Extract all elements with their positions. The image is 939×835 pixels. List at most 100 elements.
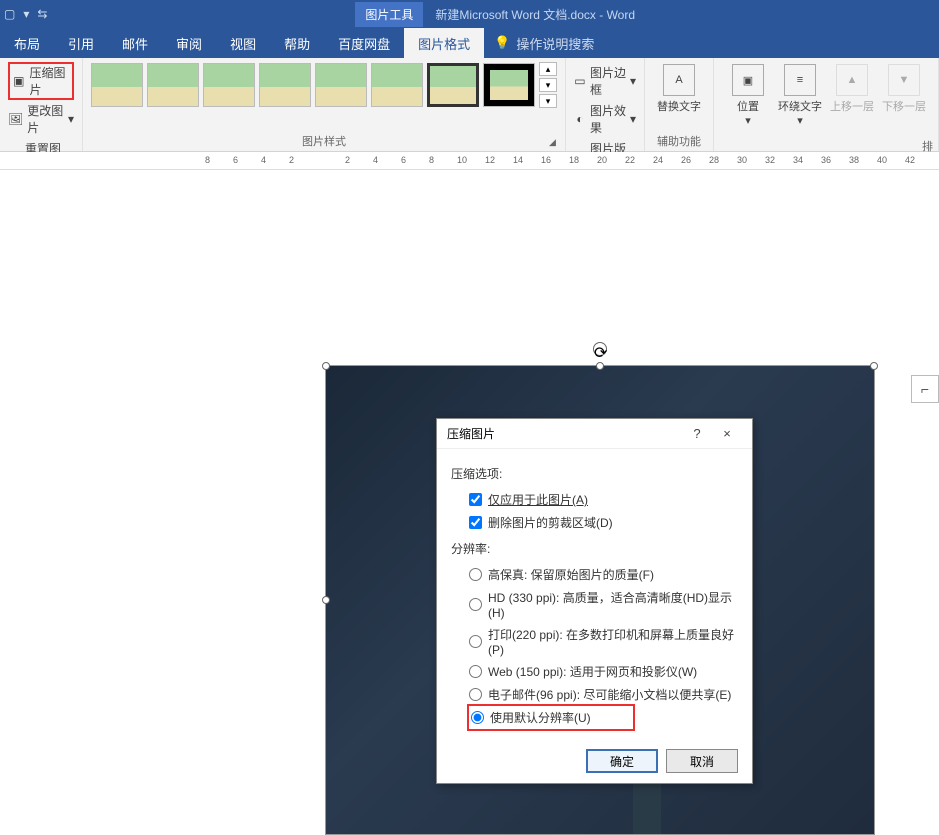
tab-review[interactable]: 审阅 [162,28,216,58]
tab-baidu[interactable]: 百度网盘 [324,28,404,58]
resize-handle-t[interactable] [596,362,604,370]
wrap-text-button[interactable]: ≡ 环绕文字 ▾ [774,62,826,129]
position-button[interactable]: ▣ 位置 ▾ [722,62,774,129]
ruler-mark: 8 [429,155,434,165]
ruler-mark: 32 [765,155,775,165]
document-title: 新建Microsoft Word 文档.docx - Word [435,6,635,23]
radio-hifi[interactable] [469,568,482,581]
lightbulb-icon: 💡 [494,35,510,51]
arrange-group: ▣ 位置 ▾ ≡ 环绕文字 ▾ ▲ 上移一层 ▼ 下移一层 [714,58,939,151]
resolution-option-email[interactable]: 电子邮件(96 ppi): 尽可能缩小文档以便共享(E) [451,683,738,706]
delete-cropped-checkbox[interactable]: 删除图片的剪裁区域(D) [451,511,738,534]
radio-default[interactable] [471,711,484,724]
style-thumb-3[interactable] [203,63,255,107]
style-thumb-4[interactable] [259,63,311,107]
tab-layout[interactable]: 布局 [0,28,54,58]
compression-options-label: 压缩选项: [451,465,738,482]
ruler-mark: 4 [261,155,266,165]
ok-button[interactable]: 确定 [586,749,658,773]
resolution-option-web[interactable]: Web (150 ppi): 适用于网页和投影仪(W) [451,660,738,683]
picture-effects-button[interactable]: ◐ 图片效果 ▾ [574,100,636,138]
adjust-group: ▣ 压缩图片 🖼 更改图片 ▾ ⟲ 重置图片 ▾ [0,58,83,151]
title-bar: ▢ ▾ ⇆ 图片工具 新建Microsoft Word 文档.docx - Wo… [0,0,939,28]
radio-web[interactable] [469,665,482,678]
gallery-more-icon[interactable]: ▾ [539,94,557,108]
style-thumb-8[interactable] [483,63,535,107]
gallery-down-icon[interactable]: ▾ [539,78,557,92]
styles-group-label: 图片样式 [91,131,557,149]
change-picture-icon: 🖼 [8,111,23,127]
dialog-titlebar[interactable]: 压缩图片 ? × [437,419,752,449]
dropdown-icon: ▾ [630,74,636,88]
radio-hd[interactable] [469,598,482,611]
tell-me[interactable]: 💡 操作说明搜索 [484,34,604,53]
send-backward-icon: ▼ [888,64,920,96]
effects-icon: ◐ [574,111,586,127]
tab-mailings[interactable]: 邮件 [108,28,162,58]
apply-only-input[interactable] [469,493,482,506]
radio-print[interactable] [469,635,482,648]
delete-cropped-input[interactable] [469,516,482,529]
border-icon: ▭ [574,73,586,89]
ruler-mark: 18 [569,155,579,165]
qat-dropdown-icon[interactable]: ▾ [23,7,29,21]
ruler-mark: 12 [485,155,495,165]
ruler-mark: 2 [289,155,294,165]
qat-more-icon[interactable]: ⇆ [37,7,47,21]
style-thumb-7[interactable] [427,63,479,107]
cancel-button[interactable]: 取消 [666,749,738,773]
layout-options-button[interactable]: ⌐ [911,375,939,403]
resolution-option-hd[interactable]: HD (330 ppi): 高质量，适合高清晰度(HD)显示(H) [451,586,738,623]
bring-forward-button[interactable]: ▲ 上移一层 [826,62,878,116]
compress-pictures-button[interactable]: ▣ 压缩图片 [8,62,74,100]
radio-email[interactable] [469,688,482,701]
quick-access-toolbar: ▢ ▾ ⇆ [0,7,51,21]
dialog-help-button[interactable]: ? [682,426,712,441]
resize-handle-tr[interactable] [870,362,878,370]
dropdown-icon: ▾ [68,112,74,126]
alt-text-icon: A [663,64,695,96]
dialog-title-text: 压缩图片 [447,425,682,442]
ruler-mark: 42 [905,155,915,165]
resolution-option-default[interactable]: 使用默认分辨率(U) [467,704,635,731]
dropdown-icon: ▾ [797,114,803,127]
resize-handle-tl[interactable] [322,362,330,370]
gallery-up-icon[interactable]: ▴ [539,62,557,76]
horizontal-ruler[interactable]: 8642246810121416182022242628303234363840… [0,152,939,170]
dialog-close-button[interactable]: × [712,426,742,441]
style-thumb-6[interactable] [371,63,423,107]
tab-references[interactable]: 引用 [54,28,108,58]
style-thumb-5[interactable] [315,63,367,107]
rotation-handle[interactable]: ⟳ [593,342,607,356]
resolution-option-print[interactable]: 打印(220 ppi): 在多数打印机和屏幕上质量良好(P) [451,623,738,660]
resize-handle-l[interactable] [322,596,330,604]
ruler-mark: 38 [849,155,859,165]
ruler-mark: 10 [457,155,467,165]
style-thumb-2[interactable] [147,63,199,107]
ruler-mark: 36 [821,155,831,165]
alt-text-button[interactable]: A 替换文字 [653,62,705,116]
styles-dialog-launcher[interactable]: ◢ [549,137,561,149]
ruler-mark: 6 [401,155,406,165]
tab-picture-format[interactable]: 图片格式 [404,28,484,58]
qat-save-icon[interactable]: ▢ [4,7,15,21]
contextual-tab-label: 图片工具 [355,2,423,27]
apply-only-checkbox[interactable]: 仅应用于此图片(A) [451,488,738,511]
tab-help[interactable]: 帮助 [270,28,324,58]
ruler-mark: 20 [597,155,607,165]
dialog-buttons: 确定 取消 [437,739,752,783]
ribbon-tabs: 布局 引用 邮件 审阅 视图 帮助 百度网盘 图片格式 💡 操作说明搜索 [0,28,939,58]
resolution-option-hifi[interactable]: 高保真: 保留原始图片的质量(F) [451,563,738,586]
ruler-mark: 22 [625,155,635,165]
send-backward-button[interactable]: ▼ 下移一层 [878,62,930,116]
change-picture-button[interactable]: 🖼 更改图片 ▾ [8,100,74,138]
ruler-mark: 16 [541,155,551,165]
document-area: ⟳ ⌐ 压缩图片 ? × 压缩选项: 仅应用于此图片(A) 删除图片的剪裁区域 [0,170,939,668]
ruler-mark: 6 [233,155,238,165]
picture-styles-group: ▴ ▾ ▾ 图片样式 ◢ [83,58,566,151]
tab-view[interactable]: 视图 [216,28,270,58]
picture-border-button[interactable]: ▭ 图片边框 ▾ [574,62,636,100]
ruler-mark: 30 [737,155,747,165]
style-thumb-1[interactable] [91,63,143,107]
dropdown-icon: ▾ [630,112,636,126]
